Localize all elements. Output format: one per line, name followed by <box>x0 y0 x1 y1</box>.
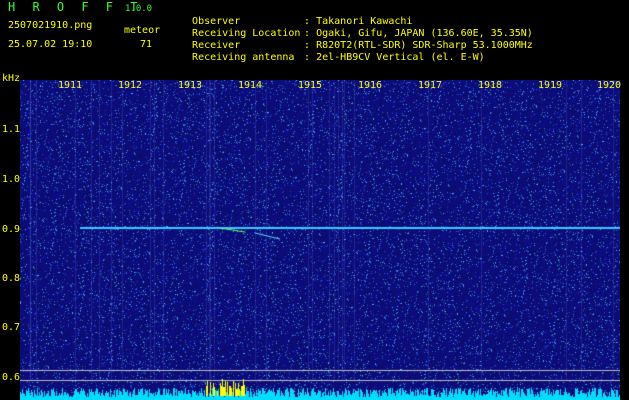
y-tick-label: 0.8 <box>2 273 21 284</box>
x-tick-label: 1914 <box>238 80 263 91</box>
info-antenna: Receiving antenna : 2el-HB9CV Vertical (e… <box>180 40 485 64</box>
info-key: Receiving antenna <box>192 52 295 63</box>
x-tick-label: 1917 <box>418 80 443 91</box>
y-tick-label: 1.1 <box>2 124 21 135</box>
meteor-label: meteor <box>124 25 161 36</box>
x-tick-label: 1919 <box>538 80 563 91</box>
y-axis-unit: kHz <box>2 73 21 84</box>
x-tick-label: 1918 <box>478 80 503 91</box>
file-name: 2507021910.png <box>8 20 93 31</box>
x-tick-label: 1915 <box>298 80 323 91</box>
x-tick-label: 1912 <box>118 80 143 91</box>
meteor-count: 71 <box>140 39 153 50</box>
y-tick-label: 1.0 <box>2 174 21 185</box>
app-version: 1.0.0 <box>125 4 153 14</box>
y-tick-label: 0.9 <box>2 224 21 235</box>
x-tick-label: 1916 <box>358 80 383 91</box>
y-tick-label: 0.6 <box>2 372 21 383</box>
app-logo: H R O F F T <box>8 0 143 14</box>
info-value: : 2el-HB9CV Vertical (el. E-W) <box>304 52 485 63</box>
x-tick-label: 1920 <box>597 80 622 91</box>
date-time: 25.07.02 19:10 <box>8 39 93 50</box>
y-tick-label: 0.7 <box>2 322 21 333</box>
x-tick-label: 1913 <box>178 80 203 91</box>
x-tick-label: 1911 <box>58 80 83 91</box>
spectrogram <box>20 80 620 400</box>
